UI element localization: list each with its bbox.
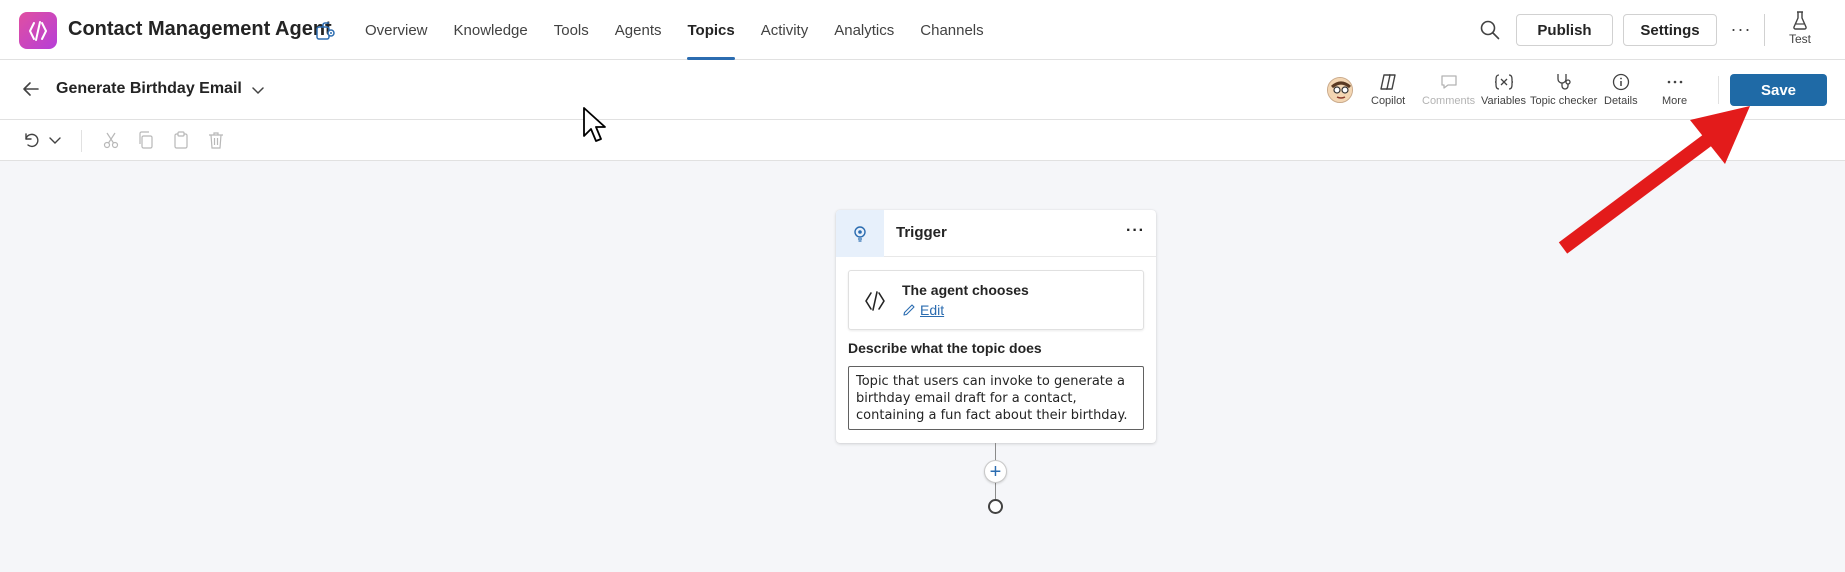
tab-tools[interactable]: Tools — [541, 0, 602, 60]
tab-topics[interactable]: Topics — [674, 0, 747, 60]
comment-icon — [1440, 75, 1457, 89]
variables-label: Variables — [1481, 95, 1527, 107]
search-icon[interactable] — [1478, 18, 1502, 42]
paste-icon[interactable] — [171, 130, 191, 150]
settings-button[interactable]: Settings — [1623, 14, 1717, 46]
app-logo-icon[interactable] — [19, 12, 57, 49]
tab-agents[interactable]: Agents — [602, 0, 675, 60]
comments-label: Comments — [1422, 95, 1476, 107]
topic-description-input[interactable]: Topic that users can invoke to generate … — [848, 366, 1144, 430]
tab-analytics[interactable]: Analytics — [821, 0, 907, 60]
trigger-header: Trigger ··· — [836, 210, 1156, 257]
undo-icon[interactable] — [21, 130, 41, 150]
describe-label: Describe what the topic does — [848, 340, 1042, 356]
publish-button[interactable]: Publish — [1516, 14, 1613, 46]
trigger-type-title: The agent chooses — [902, 282, 1029, 298]
more-options-icon[interactable]: ··· — [1728, 16, 1754, 42]
mouse-cursor-icon — [583, 107, 606, 142]
comments-tool[interactable]: Comments — [1422, 72, 1475, 112]
nav-tabs: Overview Knowledge Tools Agents Topics A… — [352, 0, 997, 60]
tab-knowledge[interactable]: Knowledge — [441, 0, 541, 60]
cut-icon[interactable] — [101, 130, 121, 150]
copy-icon[interactable] — [136, 130, 156, 150]
tab-overview[interactable]: Overview — [352, 0, 441, 60]
divider — [1764, 14, 1765, 46]
trigger-more-icon[interactable]: ··· — [1126, 222, 1145, 240]
red-annotation-arrow — [1558, 106, 1750, 254]
copilot-label: Copilot — [1371, 95, 1406, 107]
tab-channels[interactable]: Channels — [907, 0, 996, 60]
edit-trigger-link[interactable]: Edit — [902, 302, 944, 318]
back-arrow-icon[interactable] — [20, 78, 42, 100]
divider — [81, 130, 82, 152]
share-agent-icon[interactable] — [314, 20, 336, 42]
test-label: Test — [1788, 32, 1811, 46]
copilot-icon — [1380, 74, 1396, 90]
avatar[interactable] — [1327, 77, 1353, 103]
ellipsis-icon — [1667, 80, 1682, 84]
test-button[interactable]: Test — [1782, 10, 1818, 54]
delete-icon[interactable] — [206, 130, 226, 150]
pencil-icon — [903, 304, 915, 316]
stethoscope-icon — [1556, 74, 1571, 90]
app-title: Contact Management Agent — [68, 18, 332, 40]
tab-activity[interactable]: Activity — [748, 0, 822, 60]
agent-logo-icon — [865, 291, 885, 311]
chevron-down-icon[interactable] — [250, 82, 266, 98]
top-navigation: Contact Management Agent Overview Knowle… — [0, 0, 1845, 60]
variables-icon — [1494, 74, 1513, 90]
trigger-label: Trigger — [896, 224, 947, 241]
info-icon — [1612, 73, 1629, 91]
trigger-icon-box — [836, 210, 884, 257]
variables-tool[interactable]: Variables — [1481, 72, 1526, 112]
add-node-button[interactable]: + — [984, 460, 1007, 483]
topic-title[interactable]: Generate Birthday Email — [56, 80, 242, 98]
lightbulb-icon — [854, 225, 866, 242]
trigger-node[interactable]: Trigger ··· The agent chooses Edit Descr… — [836, 210, 1156, 443]
flask-icon — [1793, 11, 1807, 30]
edit-label: Edit — [920, 302, 945, 318]
chevron-down-icon[interactable] — [45, 130, 65, 150]
trigger-type-box: The agent chooses Edit — [848, 270, 1144, 330]
end-node — [988, 499, 1003, 514]
copilot-tool[interactable]: Copilot — [1371, 72, 1405, 112]
